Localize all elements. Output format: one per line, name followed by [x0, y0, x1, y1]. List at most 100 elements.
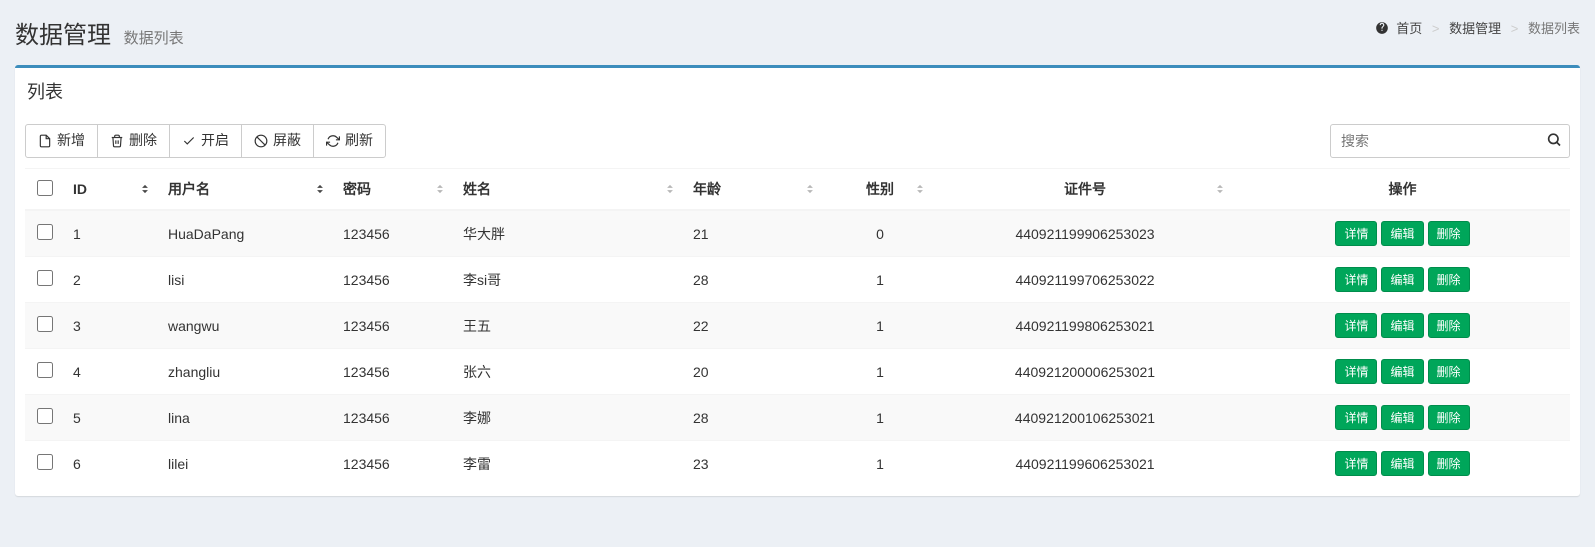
- cell-id: 1: [65, 210, 160, 257]
- column-header-name[interactable]: 姓名: [455, 169, 685, 211]
- cell-id: 3: [65, 303, 160, 349]
- cell-gender: 1: [825, 257, 935, 303]
- select-all-checkbox[interactable]: [37, 180, 53, 196]
- cell-username: lina: [160, 395, 335, 441]
- cell-actions: 详情编辑删除: [1235, 395, 1570, 441]
- cell-age: 28: [685, 395, 825, 441]
- row-edit-button[interactable]: 编辑: [1381, 313, 1423, 338]
- toolbar-button-group: 新增 删除 开启 屏蔽 刷新: [25, 124, 386, 158]
- enable-button-label: 开启: [201, 131, 229, 151]
- delete-button-label: 删除: [129, 131, 157, 151]
- column-label-id: ID: [73, 181, 87, 197]
- breadcrumb-level1[interactable]: 数据管理: [1449, 21, 1501, 36]
- column-label-username: 用户名: [168, 181, 210, 197]
- cell-password: 123456: [335, 303, 455, 349]
- cell-idno: 440921199706253022: [935, 257, 1235, 303]
- column-header-username[interactable]: 用户名: [160, 169, 335, 211]
- cell-id: 5: [65, 395, 160, 441]
- cell-id: 6: [65, 441, 160, 487]
- row-checkbox[interactable]: [37, 362, 53, 378]
- row-edit-button[interactable]: 编辑: [1381, 267, 1423, 292]
- table-body: 1HuaDaPang123456华大胖210440921199906253023…: [25, 210, 1570, 486]
- column-label-idno: 证件号: [1064, 181, 1106, 197]
- cell-name: 王五: [455, 303, 685, 349]
- row-checkbox[interactable]: [37, 316, 53, 332]
- column-header-id[interactable]: ID: [65, 169, 160, 211]
- cell-username: HuaDaPang: [160, 210, 335, 257]
- sort-icon: [663, 182, 677, 196]
- sort-icon: [313, 182, 327, 196]
- main-box: 列表 新增 删除 开启 屏蔽: [15, 65, 1580, 496]
- row-edit-button[interactable]: 编辑: [1381, 359, 1423, 384]
- cell-age: 28: [685, 257, 825, 303]
- check-icon: [182, 134, 196, 148]
- page-subtitle: 数据列表: [124, 30, 184, 47]
- cell-checkbox: [25, 395, 65, 441]
- row-checkbox[interactable]: [37, 270, 53, 286]
- delete-button[interactable]: 删除: [97, 124, 170, 158]
- cell-password: 123456: [335, 257, 455, 303]
- page-title: 数据管理 数据列表: [15, 15, 184, 50]
- disable-button[interactable]: 屏蔽: [241, 124, 314, 158]
- cell-idno: 440921199606253021: [935, 441, 1235, 487]
- row-edit-button[interactable]: 编辑: [1381, 221, 1423, 246]
- column-header-gender[interactable]: 性别: [825, 169, 935, 211]
- refresh-button-label: 刷新: [345, 131, 373, 151]
- refresh-button[interactable]: 刷新: [313, 124, 386, 158]
- table-row: 6lilei123456李雷231440921199606253021详情编辑删…: [25, 441, 1570, 487]
- search-input[interactable]: [1330, 124, 1570, 158]
- enable-button[interactable]: 开启: [169, 124, 242, 158]
- row-checkbox[interactable]: [37, 408, 53, 424]
- breadcrumb-separator: >: [1511, 21, 1519, 36]
- row-checkbox[interactable]: [37, 454, 53, 470]
- cell-name: 华大胖: [455, 210, 685, 257]
- cell-actions: 详情编辑删除: [1235, 349, 1570, 395]
- row-detail-button[interactable]: 详情: [1335, 405, 1377, 430]
- column-header-password[interactable]: 密码: [335, 169, 455, 211]
- cell-checkbox: [25, 303, 65, 349]
- search-icon: [1546, 132, 1562, 148]
- cell-actions: 详情编辑删除: [1235, 257, 1570, 303]
- row-detail-button[interactable]: 详情: [1335, 267, 1377, 292]
- table-row: 4zhangliu123456张六201440921200006253021详情…: [25, 349, 1570, 395]
- cell-idno: 440921200106253021: [935, 395, 1235, 441]
- row-delete-button[interactable]: 删除: [1428, 267, 1470, 292]
- row-detail-button[interactable]: 详情: [1335, 359, 1377, 384]
- row-delete-button[interactable]: 删除: [1428, 313, 1470, 338]
- row-edit-button[interactable]: 编辑: [1381, 405, 1423, 430]
- cell-gender: 0: [825, 210, 935, 257]
- search-button[interactable]: [1542, 128, 1566, 155]
- cell-age: 21: [685, 210, 825, 257]
- add-button[interactable]: 新增: [25, 124, 98, 158]
- sort-icon: [138, 182, 152, 196]
- toolbar-row: 新增 删除 开启 屏蔽 刷新: [25, 124, 1570, 158]
- row-edit-button[interactable]: 编辑: [1381, 451, 1423, 476]
- column-header-age[interactable]: 年龄: [685, 169, 825, 211]
- sort-icon: [1213, 182, 1227, 196]
- cell-gender: 1: [825, 349, 935, 395]
- cell-username: lilei: [160, 441, 335, 487]
- table-row: 3wangwu123456王五221440921199806253021详情编辑…: [25, 303, 1570, 349]
- cell-gender: 1: [825, 395, 935, 441]
- row-checkbox[interactable]: [37, 224, 53, 240]
- cell-password: 123456: [335, 395, 455, 441]
- column-label-age: 年龄: [693, 181, 721, 197]
- row-detail-button[interactable]: 详情: [1335, 221, 1377, 246]
- breadcrumb-level2: 数据列表: [1528, 21, 1580, 36]
- sort-icon: [803, 182, 817, 196]
- cell-actions: 详情编辑删除: [1235, 441, 1570, 487]
- ban-icon: [254, 134, 268, 148]
- row-detail-button[interactable]: 详情: [1335, 313, 1377, 338]
- column-header-actions: 操作: [1235, 169, 1570, 211]
- row-delete-button[interactable]: 删除: [1428, 451, 1470, 476]
- row-delete-button[interactable]: 删除: [1428, 405, 1470, 430]
- cell-password: 123456: [335, 349, 455, 395]
- page-title-text: 数据管理: [15, 22, 111, 49]
- row-detail-button[interactable]: 详情: [1335, 451, 1377, 476]
- cell-checkbox: [25, 210, 65, 257]
- column-header-idno[interactable]: 证件号: [935, 169, 1235, 211]
- row-delete-button[interactable]: 删除: [1428, 221, 1470, 246]
- dashboard-icon: [1375, 21, 1389, 35]
- row-delete-button[interactable]: 删除: [1428, 359, 1470, 384]
- breadcrumb-home[interactable]: 首页: [1396, 21, 1422, 36]
